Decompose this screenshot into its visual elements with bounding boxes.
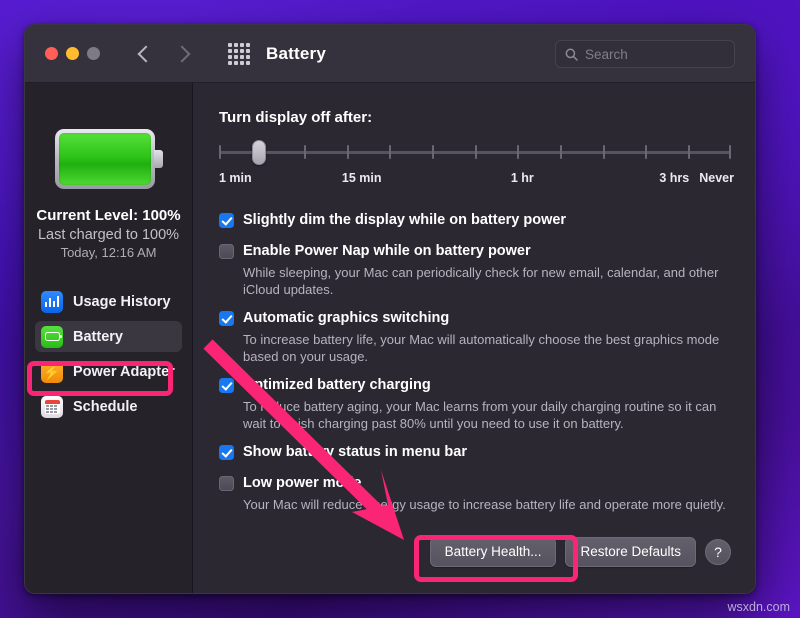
sidebar-item-label: Usage History [73,293,171,310]
sidebar-item-label: Power Adapter [73,363,175,380]
traffic-lights [25,47,100,60]
grid-apps-icon[interactable] [228,42,250,65]
close-button[interactable] [45,47,58,60]
sidebar-item-battery[interactable]: Battery [35,321,182,352]
slider-label: Never [699,171,734,185]
sidebar-item-label: Battery [73,328,123,345]
sidebar: Current Level: 100% Last charged to 100%… [25,83,193,593]
battery-full-icon [54,129,163,189]
sidebar-item-label: Schedule [73,398,138,415]
checkbox-checked-icon[interactable] [219,378,234,393]
sidebar-item-power-adapter[interactable]: ⚡ Power Adapter [35,356,182,387]
slider-knob[interactable] [252,140,267,165]
current-level-text: Current Level: 100% [36,207,181,224]
display-sleep-slider[interactable] [219,140,731,165]
search-icon [565,48,578,61]
option-low-power-mode[interactable]: Low power mode [219,474,731,493]
option-label: Show battery status in menu bar [243,444,467,460]
slider-label: 3 hrs [659,171,690,185]
content-pane: Turn display off after: 1 min 15 min 1 h… [193,83,755,593]
help-button[interactable]: ? [705,539,731,565]
option-label: Automatic graphics switching [243,310,450,326]
checkbox-checked-icon[interactable] [219,311,234,326]
option-description: While sleeping, your Mac can periodicall… [243,265,719,297]
option-label: Slightly dim the display while on batter… [243,212,567,228]
sidebar-item-usage-history[interactable]: Usage History [35,286,182,317]
chevron-right-icon[interactable] [174,46,190,62]
slider-label: 15 min [341,171,382,185]
checkbox-checked-icon[interactable] [219,213,234,228]
slider-label: 1 hr [510,171,534,185]
sidebar-item-schedule[interactable]: Schedule [35,391,182,422]
battery-icon [41,325,63,348]
zoom-button[interactable] [87,47,100,60]
option-description: Your Mac will reduce energy usage to inc… [243,497,726,512]
navigation-buttons [136,46,190,62]
option-automatic-graphics-switching[interactable]: Automatic graphics switching [219,309,731,328]
sidebar-list: Usage History Battery ⚡ Power Adapter Sc… [25,286,192,422]
search-placeholder: Search [585,46,628,62]
power-adapter-icon: ⚡ [41,360,63,383]
option-description: To increase battery life, your Mac will … [243,332,720,364]
option-slightly-dim[interactable]: Slightly dim the display while on batter… [219,211,731,230]
search-field[interactable]: Search [555,40,735,68]
option-optimized-battery-charging[interactable]: Optimized battery charging [219,376,731,395]
options-list: Slightly dim the display while on batter… [219,211,731,513]
option-power-nap[interactable]: Enable Power Nap while on battery power [219,242,731,261]
last-charged-time: Today, 12:16 AM [60,245,157,260]
system-preferences-window: Battery Search Current Level: 100% Last … [24,24,756,594]
slider-title: Turn display off after: [219,109,373,126]
slider-ticks [219,145,731,160]
checkbox-unchecked-icon[interactable] [219,476,234,491]
page-title: Battery [266,43,326,63]
title-bar: Battery Search [25,25,755,83]
schedule-icon [41,395,63,418]
last-charged-text: Last charged to 100% [37,227,180,243]
option-label: Optimized battery charging [243,377,431,393]
minimize-button[interactable] [66,47,79,60]
battery-health-button[interactable]: Battery Health... [429,537,557,567]
footer-buttons: Battery Health... Restore Defaults ? [429,537,731,567]
option-description: To reduce battery aging, your Mac learns… [243,399,717,431]
option-label: Low power mode [243,475,362,491]
checkbox-unchecked-icon[interactable] [219,244,234,259]
watermark: wsxdn.com [727,600,790,614]
option-label: Enable Power Nap while on battery power [243,243,531,259]
slider-label: 1 min [219,171,252,185]
checkbox-checked-icon[interactable] [219,445,234,460]
chevron-left-icon[interactable] [136,46,152,62]
usage-history-icon [41,290,63,313]
restore-defaults-button[interactable]: Restore Defaults [565,537,696,567]
option-show-battery-status[interactable]: Show battery status in menu bar [219,443,731,462]
slider-labels: 1 min 15 min 1 hr 3 hrs Never [219,171,734,189]
